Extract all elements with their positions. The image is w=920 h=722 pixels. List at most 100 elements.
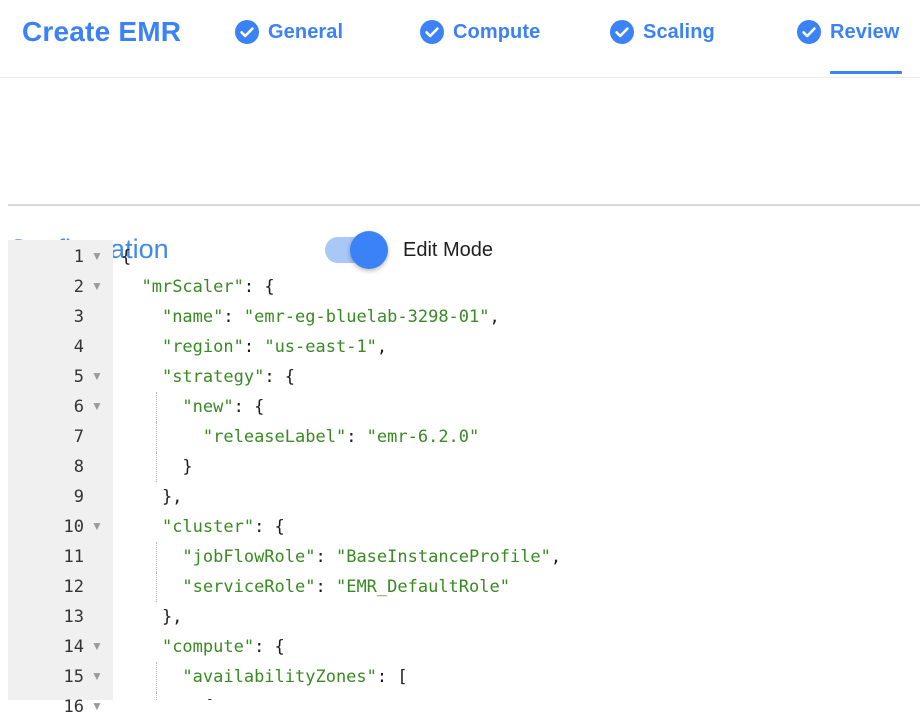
json-punctuation-token: : { xyxy=(254,637,285,657)
json-string-token: "compute" xyxy=(162,637,254,657)
line-number: 2 xyxy=(74,277,84,297)
tab-compute[interactable]: Compute xyxy=(420,0,540,78)
json-punctuation-token: : { xyxy=(264,367,295,387)
json-punctuation-token: : { xyxy=(254,517,285,537)
fold-arrow-down-icon[interactable]: ▼ xyxy=(89,632,105,662)
json-punctuation-token xyxy=(121,427,203,447)
indent-guide xyxy=(156,392,157,422)
code-line[interactable]: "strategy": { xyxy=(121,362,920,392)
tab-scaling[interactable]: Scaling xyxy=(610,0,715,78)
json-punctuation-token: : [ xyxy=(377,667,408,687)
code-line[interactable]: }, xyxy=(121,482,920,512)
json-punctuation-token: , xyxy=(377,337,387,357)
code-line[interactable]: "name": "emr-eg-bluelab-3298-01", xyxy=(121,302,920,332)
indent-guide xyxy=(156,662,157,692)
configuration-section-header: Configuration Edit Mode xyxy=(0,100,920,204)
gutter-line: 13 xyxy=(8,602,113,632)
check-circle-icon xyxy=(610,20,634,44)
json-string-token: "region" xyxy=(162,337,244,357)
json-punctuation-token xyxy=(121,637,162,657)
check-circle-icon xyxy=(420,20,444,44)
json-punctuation-token: : xyxy=(346,427,366,447)
code-line[interactable]: }, xyxy=(121,602,920,632)
check-circle-icon xyxy=(797,20,821,44)
code-line[interactable]: "compute": { xyxy=(121,632,920,662)
json-punctuation-token: }, xyxy=(121,487,182,507)
code-line[interactable]: "mrScaler": { xyxy=(121,272,920,302)
gutter-line: 12 xyxy=(8,572,113,602)
json-punctuation-token xyxy=(121,397,182,417)
gutter-line: 15▼ xyxy=(8,662,113,692)
indent-guide xyxy=(156,692,157,700)
tab-compute-label: Compute xyxy=(453,21,540,44)
json-string-token: "releaseLabel" xyxy=(203,427,346,447)
gutter-line: 8 xyxy=(8,452,113,482)
code-line[interactable]: } xyxy=(121,452,920,482)
code-line[interactable]: { xyxy=(121,242,920,272)
fold-arrow-down-icon[interactable]: ▼ xyxy=(89,272,105,302)
json-string-token: "new" xyxy=(182,397,233,417)
tab-general[interactable]: General xyxy=(235,0,343,78)
editor-code[interactable]: { "mrScaler": { "name": "emr-eg-bluelab-… xyxy=(113,240,920,700)
json-punctuation-token xyxy=(121,547,182,567)
line-number: 16 xyxy=(64,697,84,717)
fold-arrow-down-icon[interactable]: ▼ xyxy=(89,392,105,422)
line-number: 10 xyxy=(64,517,84,537)
code-line[interactable]: "cluster": { xyxy=(121,512,920,542)
json-punctuation-token: , xyxy=(551,547,561,567)
code-line[interactable]: { xyxy=(121,692,920,700)
wizard-header: Create EMR General Compute Scaling Revie… xyxy=(0,0,920,78)
page-title: Create EMR xyxy=(22,16,181,48)
json-string-token: "availabilityZones" xyxy=(182,667,376,687)
editor-gutter: 1▼2▼345▼6▼78910▼11121314▼15▼16▼ xyxy=(8,240,113,700)
fold-arrow-down-icon[interactable]: ▼ xyxy=(89,512,105,542)
json-punctuation-token: : xyxy=(244,337,264,357)
tab-review-label: Review xyxy=(830,21,900,44)
line-number: 4 xyxy=(74,337,84,357)
code-line[interactable]: "new": { xyxy=(121,392,920,422)
json-punctuation-token xyxy=(121,577,182,597)
code-line[interactable]: "serviceRole": "EMR_DefaultRole" xyxy=(121,572,920,602)
json-punctuation-token xyxy=(121,277,141,297)
json-punctuation-token xyxy=(121,337,162,357)
json-punctuation-token: }, xyxy=(121,607,182,627)
gutter-line: 3 xyxy=(8,302,113,332)
gutter-line: 1▼ xyxy=(8,242,113,272)
code-line[interactable]: "region": "us-east-1", xyxy=(121,332,920,362)
fold-arrow-down-icon[interactable]: ▼ xyxy=(89,242,105,272)
json-string-token: "serviceRole" xyxy=(182,577,315,597)
json-punctuation-token: : { xyxy=(234,397,265,417)
gutter-line: 9 xyxy=(8,482,113,512)
gutter-line: 14▼ xyxy=(8,632,113,662)
json-string-token: "emr-6.2.0" xyxy=(367,427,480,447)
json-string-token: "cluster" xyxy=(162,517,254,537)
gutter-line: 10▼ xyxy=(8,512,113,542)
indent-guide xyxy=(156,572,157,602)
json-string-token: "jobFlowRole" xyxy=(182,547,315,567)
fold-arrow-down-icon[interactable]: ▼ xyxy=(89,662,105,692)
gutter-line: 7 xyxy=(8,422,113,452)
json-punctuation-token xyxy=(121,667,182,687)
tab-review[interactable]: Review xyxy=(797,0,900,78)
json-punctuation-token xyxy=(121,307,162,327)
tab-scaling-label: Scaling xyxy=(643,21,715,44)
line-number: 6 xyxy=(74,397,84,417)
code-line[interactable]: "releaseLabel": "emr-6.2.0" xyxy=(121,422,920,452)
json-string-token: "mrScaler" xyxy=(141,277,243,297)
line-number: 12 xyxy=(64,577,84,597)
json-punctuation-token: : xyxy=(315,547,335,567)
line-number: 15 xyxy=(64,667,84,687)
fold-arrow-down-icon[interactable]: ▼ xyxy=(89,362,105,392)
line-number: 9 xyxy=(74,487,84,507)
code-line[interactable]: "jobFlowRole": "BaseInstanceProfile", xyxy=(121,542,920,572)
indent-guide xyxy=(156,542,157,572)
gutter-line: 4 xyxy=(8,332,113,362)
line-number: 14 xyxy=(64,637,84,657)
fold-arrow-down-icon[interactable]: ▼ xyxy=(89,692,105,722)
indent-guide xyxy=(156,422,157,452)
code-line[interactable]: "availabilityZones": [ xyxy=(121,662,920,692)
json-editor[interactable]: 1▼2▼345▼6▼78910▼11121314▼15▼16▼ { "mrSca… xyxy=(8,240,920,700)
json-string-token: "emr-eg-bluelab-3298-01" xyxy=(244,307,490,327)
tab-general-label: General xyxy=(268,21,343,44)
line-number: 5 xyxy=(74,367,84,387)
